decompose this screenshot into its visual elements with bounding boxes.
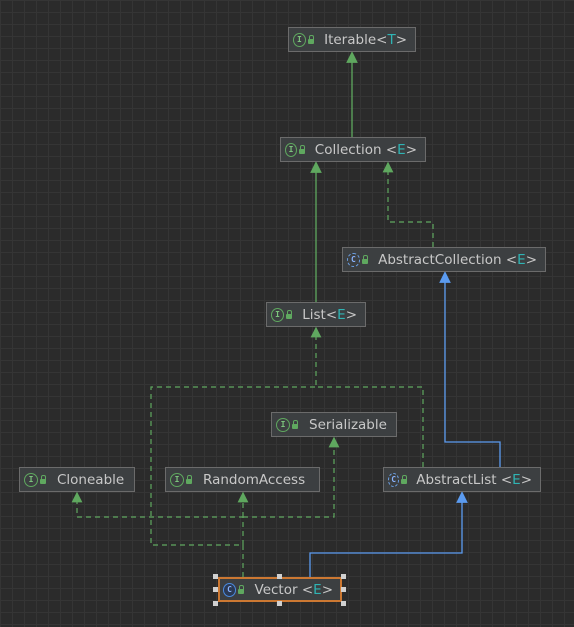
node-name: Vector [254,581,298,598]
node-name: List [302,306,326,323]
node-abstract-collection[interactable]: C AbstractCollection < E > [342,247,546,272]
type-parameter: E [512,471,521,488]
node-name: Collection [314,141,382,158]
node-name: AbstractCollection [378,251,502,268]
type-parameter: T [387,31,396,48]
public-lock-icon [285,310,294,319]
type-parameter: E [313,581,322,598]
node-cloneable[interactable]: I Cloneable [19,467,135,492]
node-name: Cloneable [57,471,125,488]
node-random-access[interactable]: I RandomAccess [165,467,320,492]
public-lock-icon [299,145,307,154]
type-parameter: E [397,141,406,158]
interface-icon: I [293,32,306,47]
selection-handle[interactable] [277,574,282,579]
interface-icon: I [170,472,184,487]
edge-vector-abstractlist [309,491,468,577]
public-lock-icon [186,475,195,484]
node-abstract-list[interactable]: C AbstractList < E > [383,467,541,492]
selection-handle[interactable] [341,574,346,579]
public-lock-icon [238,585,246,594]
node-serializable[interactable]: I Serializable [271,412,397,437]
edge-abstractcollection-collection [382,161,434,247]
node-collection[interactable]: I Collection < E > [280,137,426,162]
public-lock-icon [401,475,408,484]
node-name: AbstractList [416,471,497,488]
public-lock-icon [292,420,301,429]
edge-abstractlist-abstractcollection [439,271,501,467]
public-lock-icon [307,35,316,44]
type-parameter: E [337,306,346,323]
class-icon: C [223,582,237,597]
selection-handle[interactable] [213,587,218,592]
interface-icon: I [24,472,38,487]
interface-icon: I [285,142,298,157]
public-lock-icon [40,475,49,484]
interface-icon: I [276,417,290,432]
node-name: RandomAccess [203,471,306,488]
type-parameter: E [517,251,526,268]
uml-diagram-canvas[interactable]: I Iterable < T > I Collection < E > C Abstra… [0,0,574,627]
abstract-class-icon: C [347,252,360,267]
selection-handle[interactable] [277,601,282,606]
selection-handle[interactable] [341,601,346,606]
public-lock-icon [361,255,370,264]
node-list[interactable]: I List < E > [266,302,366,327]
edge-vector-cloneable [71,491,244,545]
interface-icon: I [271,307,284,322]
node-name: Serializable [309,416,387,433]
selection-handle[interactable] [341,587,346,592]
edge-abstractlist-list [310,326,424,467]
abstract-class-icon: C [388,472,400,487]
node-iterable[interactable]: I Iterable < T > [288,27,416,52]
selection-handle[interactable] [213,601,218,606]
node-vector[interactable]: C Vector < E > [218,577,342,602]
node-name: Iterable [324,31,377,48]
selection-handle[interactable] [213,574,218,579]
